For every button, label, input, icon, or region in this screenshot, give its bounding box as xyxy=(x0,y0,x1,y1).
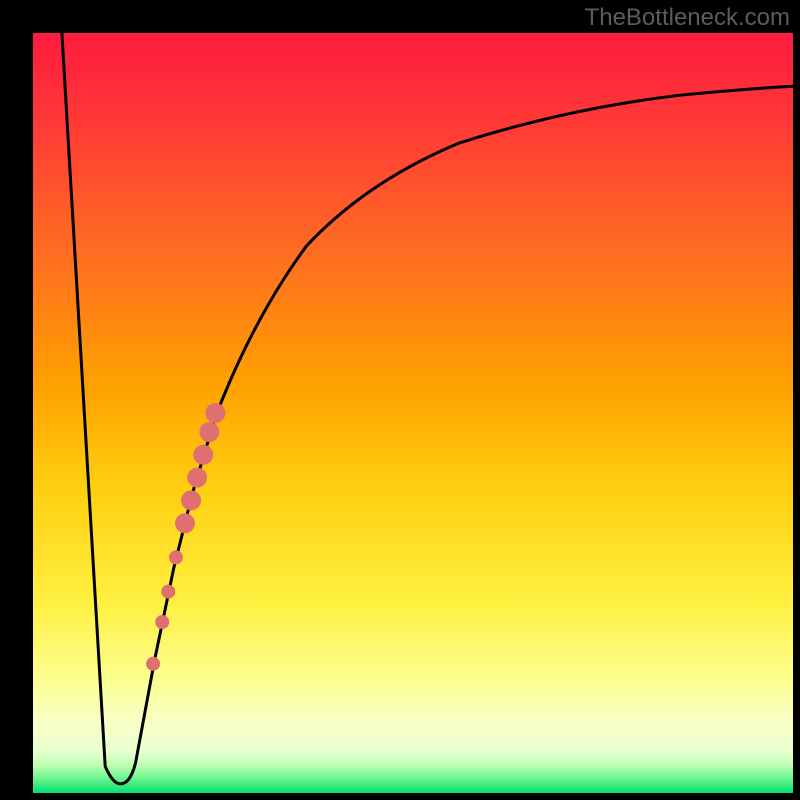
chart-frame: TheBottleneck.com xyxy=(0,0,800,800)
data-marker xyxy=(155,615,169,629)
data-marker xyxy=(199,422,219,442)
data-marker xyxy=(193,445,213,465)
data-marker xyxy=(181,490,201,510)
watermark-text: TheBottleneck.com xyxy=(585,4,790,32)
data-marker xyxy=(187,468,207,488)
chart-plot xyxy=(33,33,793,793)
data-marker xyxy=(175,513,195,533)
data-marker xyxy=(205,403,225,423)
data-marker xyxy=(169,550,183,564)
gradient-background xyxy=(33,33,793,793)
data-marker xyxy=(161,585,175,599)
data-marker xyxy=(146,657,160,671)
